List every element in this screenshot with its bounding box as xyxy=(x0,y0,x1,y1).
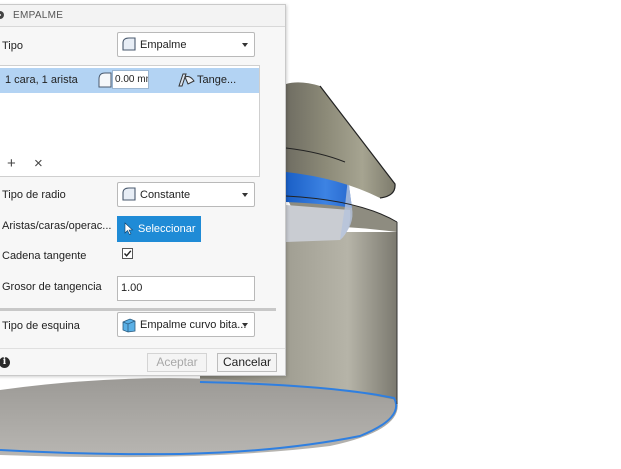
tipo-value: Empalme xyxy=(140,39,187,51)
radius-type-value: Constante xyxy=(140,189,191,201)
radius-type-label: Tipo de radio xyxy=(2,189,66,201)
tangent-weight-label: Grosor de tangencia xyxy=(2,281,102,293)
dialog-titlebar[interactable]: EMPALME xyxy=(0,5,285,27)
tangent-chain-label: Cadena tangente xyxy=(2,250,87,262)
pointer-cursor-icon xyxy=(124,222,134,238)
corner-type-value: Empalme curvo bita... xyxy=(140,319,247,331)
ok-button[interactable]: Aceptar xyxy=(147,353,207,372)
radius-shape-icon xyxy=(98,72,112,91)
cancel-button[interactable]: Cancelar xyxy=(217,353,277,372)
dialog-footer: i Aceptar Cancelar xyxy=(0,348,285,377)
edges-label: Aristas/caras/operac... xyxy=(2,220,112,232)
chevron-down-icon xyxy=(242,323,248,327)
select-button[interactable]: Seleccionar xyxy=(117,216,201,242)
dialog-title: EMPALME xyxy=(13,10,64,21)
tangent-chain-checkbox[interactable] xyxy=(122,248,133,259)
chevron-down-icon xyxy=(242,43,248,47)
selection-label: 1 cara, 1 arista xyxy=(5,74,78,86)
fillet-shape-icon xyxy=(121,186,137,205)
remove-selection-button[interactable]: × xyxy=(34,156,43,171)
tangent-weight-input[interactable]: 1.00 xyxy=(117,276,255,301)
select-button-label: Seleccionar xyxy=(138,223,196,235)
corner-type-label: Tipo de esquina xyxy=(2,320,80,332)
fillet-dialog: EMPALME Tipo Empalme 1 cara, 1 arista 0.… xyxy=(0,4,286,376)
circle-bullet-icon[interactable] xyxy=(0,11,4,19)
chevron-down-icon xyxy=(242,193,248,197)
radius-type-dropdown[interactable]: Constante xyxy=(117,182,255,207)
tipo-label: Tipo xyxy=(2,40,23,52)
fillet-type-value[interactable]: Tange... xyxy=(197,74,236,86)
corner-blend-icon xyxy=(121,316,137,336)
corner-type-dropdown[interactable]: Empalme curvo bita... xyxy=(117,312,255,337)
add-selection-button[interactable]: + xyxy=(7,156,16,171)
radius-input[interactable]: 0.00 mm xyxy=(112,70,149,89)
tipo-dropdown[interactable]: Empalme xyxy=(117,32,255,57)
fillet-shape-icon xyxy=(121,36,137,55)
list-item[interactable]: 1 cara, 1 arista 0.00 mm Tange... xyxy=(0,68,259,93)
section-divider xyxy=(0,308,276,311)
tangent-chain-icon[interactable] xyxy=(178,72,196,91)
info-icon[interactable]: i xyxy=(0,357,10,368)
